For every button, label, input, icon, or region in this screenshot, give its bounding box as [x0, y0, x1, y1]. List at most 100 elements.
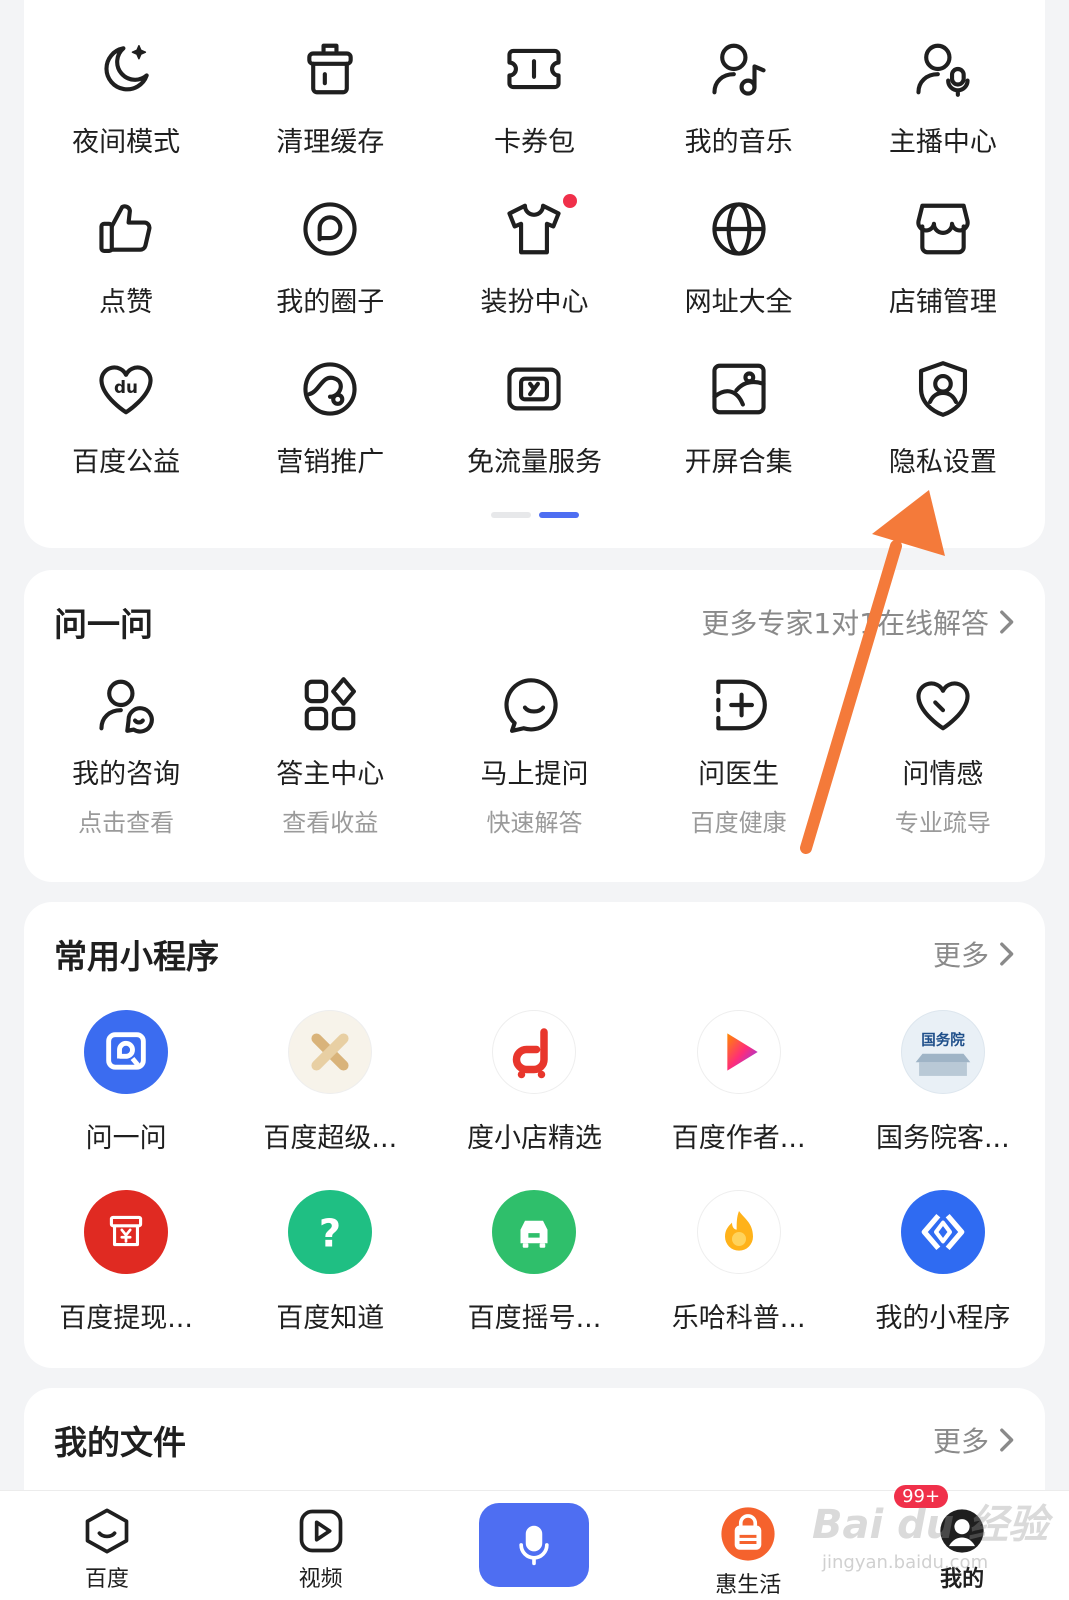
svg-text:du: du	[114, 377, 138, 397]
mini-label: 百度超级...	[263, 1123, 398, 1154]
tool-splash-collection[interactable]: 开屏合集	[637, 354, 841, 479]
mini-baidu-zhidao[interactable]: ? 百度知道	[228, 1190, 432, 1335]
ask-answerer-center[interactable]: 答主中心 查看收益	[228, 670, 432, 838]
trash-bin-icon	[295, 34, 365, 104]
tool-likes[interactable]: 点赞	[24, 194, 228, 319]
chevron-right-icon	[1000, 942, 1014, 966]
heart-du-icon: du	[91, 354, 161, 424]
ask-label: 问医生	[698, 759, 780, 790]
svg-text:国务院: 国务院	[921, 1031, 965, 1049]
duxiaodian-app-icon	[492, 1010, 577, 1094]
tool-my-music[interactable]: 我的音乐	[637, 34, 841, 159]
tool-label: 我的音乐	[684, 127, 793, 158]
mini-label: 乐哈科普...	[671, 1303, 806, 1334]
ask-sublabel: 查看收益	[282, 809, 379, 837]
mini-duxiaodian[interactable]: 度小店精选	[432, 1010, 636, 1155]
tool-my-circle[interactable]: 我的圈子	[228, 194, 432, 319]
ask-sublabel: 点击查看	[78, 809, 175, 837]
ticket-icon	[499, 34, 569, 104]
user-mic-icon	[908, 34, 978, 104]
tool-label: 百度公益	[72, 447, 181, 478]
tool-label: 隐私设置	[888, 447, 997, 478]
tool-free-data[interactable]: 免流量服务	[432, 354, 636, 479]
ask-label: 我的咨询	[72, 759, 181, 790]
chevron-right-icon	[1000, 610, 1014, 634]
mini-label: 百度知道	[276, 1303, 385, 1334]
orbit-icon	[295, 354, 365, 424]
mini-wenyiwen[interactable]: 问一问	[24, 1010, 228, 1155]
mini-label: 百度作者...	[671, 1123, 806, 1154]
ask-sublabel: 百度健康	[690, 809, 787, 837]
tools-row-2: 点赞 我的圈子 装扮中心 网址大全 店铺管理	[24, 194, 1045, 319]
tool-label: 网址大全	[684, 287, 793, 318]
ask-emotion[interactable]: 问情感 专业疏导	[841, 670, 1045, 838]
mini-baidu-cashout[interactable]: 百度提现...	[24, 1190, 228, 1335]
microphone-icon	[519, 1525, 550, 1566]
chat-bubble-icon	[499, 670, 569, 740]
mini-label: 我的小程序	[875, 1303, 1011, 1334]
tool-url-directory[interactable]: 网址大全	[637, 194, 841, 319]
tool-label: 主播中心	[888, 127, 997, 158]
mini-baidu-lottery[interactable]: 百度摇号...	[432, 1190, 636, 1335]
ask-label: 问情感	[902, 759, 984, 790]
tool-baidu-charity[interactable]: du 百度公益	[24, 354, 228, 479]
baidu-author-app-icon	[696, 1010, 781, 1094]
tool-coupons[interactable]: 卡券包	[432, 34, 636, 159]
my-miniapp-icon	[900, 1190, 985, 1274]
tools-row-1: 夜间模式 清理缓存 卡券包 我的音乐 主播中心	[24, 34, 1045, 159]
ask-my-consultation[interactable]: 我的咨询 点击查看	[24, 670, 228, 838]
tool-anchor-center[interactable]: 主播中心	[841, 34, 1045, 159]
section-header: 我的文件 更多	[54, 1416, 1015, 1464]
circle-ring-icon	[295, 194, 365, 264]
globe-icon	[704, 194, 774, 264]
tool-shop-management[interactable]: 店铺管理	[841, 194, 1045, 319]
watermark-url: jingyan.baidu.com	[822, 1552, 989, 1573]
mini-label: 度小店精选	[466, 1123, 602, 1154]
tool-privacy-settings[interactable]: 隐私设置	[841, 354, 1045, 479]
mini-baidu-author[interactable]: 百度作者...	[637, 1010, 841, 1155]
more-link-text: 更多	[932, 939, 989, 972]
tab-label: 百度	[84, 1567, 129, 1592]
shopping-bag-icon	[721, 1507, 775, 1561]
tshirt-icon	[499, 194, 578, 264]
ask-ask-now[interactable]: 马上提问 快速解答	[432, 670, 636, 838]
baidu-super-app-icon	[288, 1010, 373, 1094]
ask-label: 答主中心	[276, 759, 385, 790]
ask-doctor[interactable]: 问医生 百度健康	[637, 670, 841, 838]
page-indicator	[24, 512, 1045, 518]
baidu-home-icon	[85, 1508, 129, 1554]
mini-my-miniapps[interactable]: 我的小程序	[841, 1190, 1045, 1335]
grid-apps-icon	[295, 670, 365, 740]
section-header: 常用小程序 更多	[54, 930, 1015, 978]
more-mini-programs-link[interactable]: 更多	[933, 934, 1015, 974]
data-card-icon	[499, 354, 569, 424]
mini-state-council[interactable]: 国务院 国务院客...	[841, 1010, 1045, 1155]
tab-voice-search[interactable]	[432, 1491, 636, 1587]
tool-dressup-center[interactable]: 装扮中心	[432, 194, 636, 319]
tool-night-mode[interactable]: 夜间模式	[24, 34, 228, 159]
section-title: 常用小程序	[54, 937, 219, 976]
ask-sublabel: 快速解答	[486, 809, 583, 837]
baidu-zhidao-app-icon: ?	[288, 1190, 373, 1274]
mini-baidu-super[interactable]: 百度超级...	[228, 1010, 432, 1155]
leha-science-app-icon	[696, 1190, 781, 1274]
more-files-link[interactable]: 更多	[933, 1420, 1015, 1460]
ask-sublabel: 专业疏导	[894, 809, 991, 837]
mini-label: 百度提现...	[59, 1303, 193, 1334]
tab-label: 视频	[298, 1567, 343, 1592]
mini-leha-science[interactable]: 乐哈科普...	[637, 1190, 841, 1335]
tab-video[interactable]: 视频	[219, 1491, 423, 1593]
image-frame-icon	[704, 354, 774, 424]
tool-label: 装扮中心	[480, 287, 589, 318]
tool-clear-cache[interactable]: 清理缓存	[228, 34, 432, 159]
tools-card: 夜间模式 清理缓存 卡券包 我的音乐 主播中心 点赞 我的圈子 装扮中心 网址大…	[24, 0, 1045, 548]
user-music-icon	[704, 34, 774, 104]
voice-button[interactable]	[479, 1503, 590, 1587]
more-link-text: 更多专家1对1在线解答	[701, 607, 989, 640]
tools-row-3: du 百度公益 营销推广 免流量服务 开屏合集 隐私设置	[24, 354, 1045, 479]
tab-baidu[interactable]: 百度	[5, 1491, 209, 1593]
wenyiwen-app-icon	[84, 1010, 169, 1094]
page-dot	[490, 512, 531, 518]
tool-marketing[interactable]: 营销推广	[228, 354, 432, 479]
more-experts-link[interactable]: 更多专家1对1在线解答	[701, 602, 1015, 642]
